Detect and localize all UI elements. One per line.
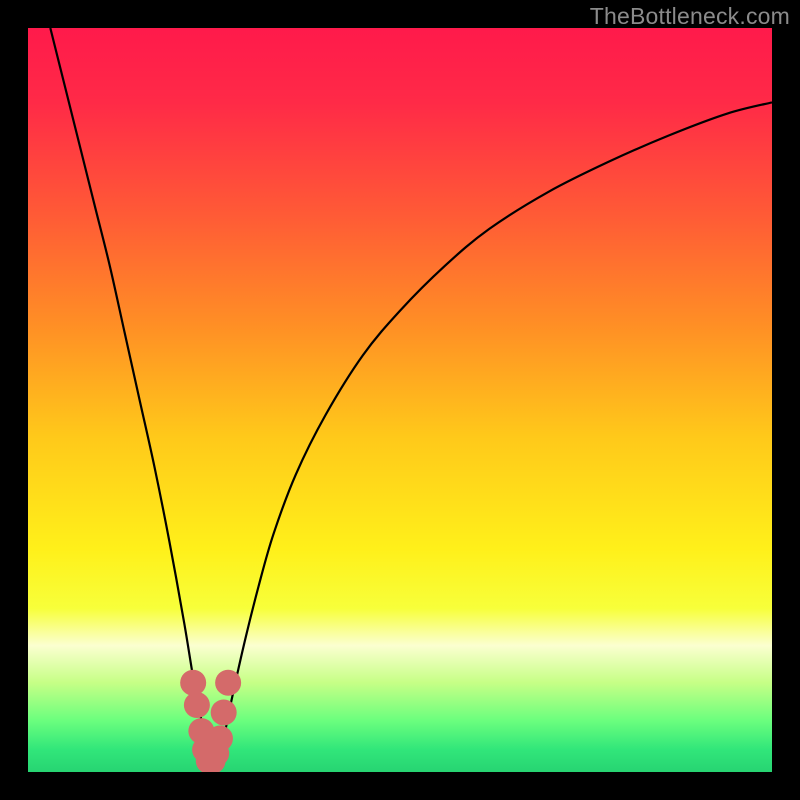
highlight-point bbox=[180, 670, 206, 696]
series-group bbox=[50, 28, 772, 772]
bottleneck-curve-path bbox=[50, 28, 772, 765]
chart-frame: TheBottleneck.com bbox=[0, 0, 800, 800]
highlight-point bbox=[207, 726, 233, 752]
highlight-point bbox=[211, 699, 237, 725]
highlight-point bbox=[184, 692, 210, 718]
watermark-text: TheBottleneck.com bbox=[590, 3, 790, 30]
plot-area bbox=[28, 28, 772, 772]
highlight-point bbox=[215, 670, 241, 696]
chart-svg bbox=[28, 28, 772, 772]
